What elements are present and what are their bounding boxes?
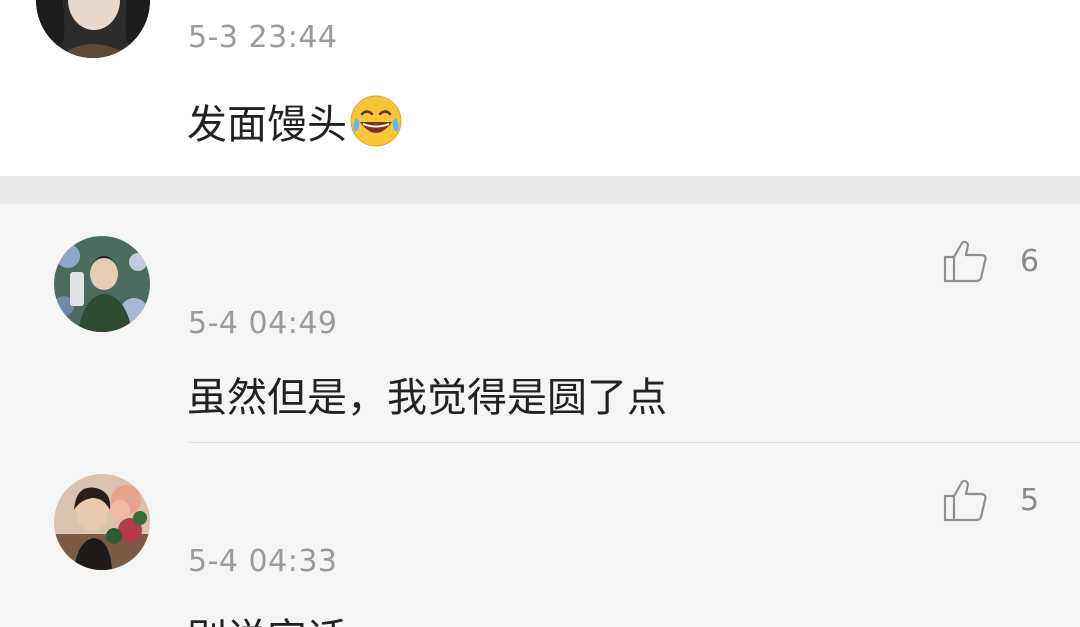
thumbs-up-icon — [943, 240, 987, 283]
comment-timestamp: 5-3 23:44 — [188, 20, 338, 55]
laughing-tears-emoji-icon — [349, 94, 403, 148]
section-divider — [0, 176, 1080, 204]
avatar[interactable] — [36, 0, 150, 60]
comment-body: 发面馒头 — [187, 94, 403, 148]
reply-timestamp: 5-4 04:49 — [188, 306, 338, 341]
row-divider — [188, 442, 1080, 443]
avatar[interactable] — [54, 236, 150, 332]
reply-text: 虽然但是，我觉得是圆了点 — [187, 375, 667, 421]
like-count: 5 — [1020, 482, 1040, 518]
reply-timestamp: 5-4 04:33 — [188, 544, 338, 579]
reply-text: 别说实话 — [187, 606, 347, 627]
comment-thread: 5-3 23:44 发面馒头 6 5-4 04:49 虽然但是，我觉得是圆了点 … — [0, 0, 1080, 627]
avatar[interactable] — [54, 474, 150, 570]
like-button[interactable]: 5 — [942, 476, 1039, 524]
like-count: 6 — [1020, 243, 1040, 279]
comment-text: 发面馒头 — [187, 102, 347, 148]
like-button[interactable]: 6 — [942, 237, 1039, 285]
thumbs-up-icon — [943, 479, 987, 522]
main-comment: 5-3 23:44 发面馒头 — [0, 0, 1080, 176]
